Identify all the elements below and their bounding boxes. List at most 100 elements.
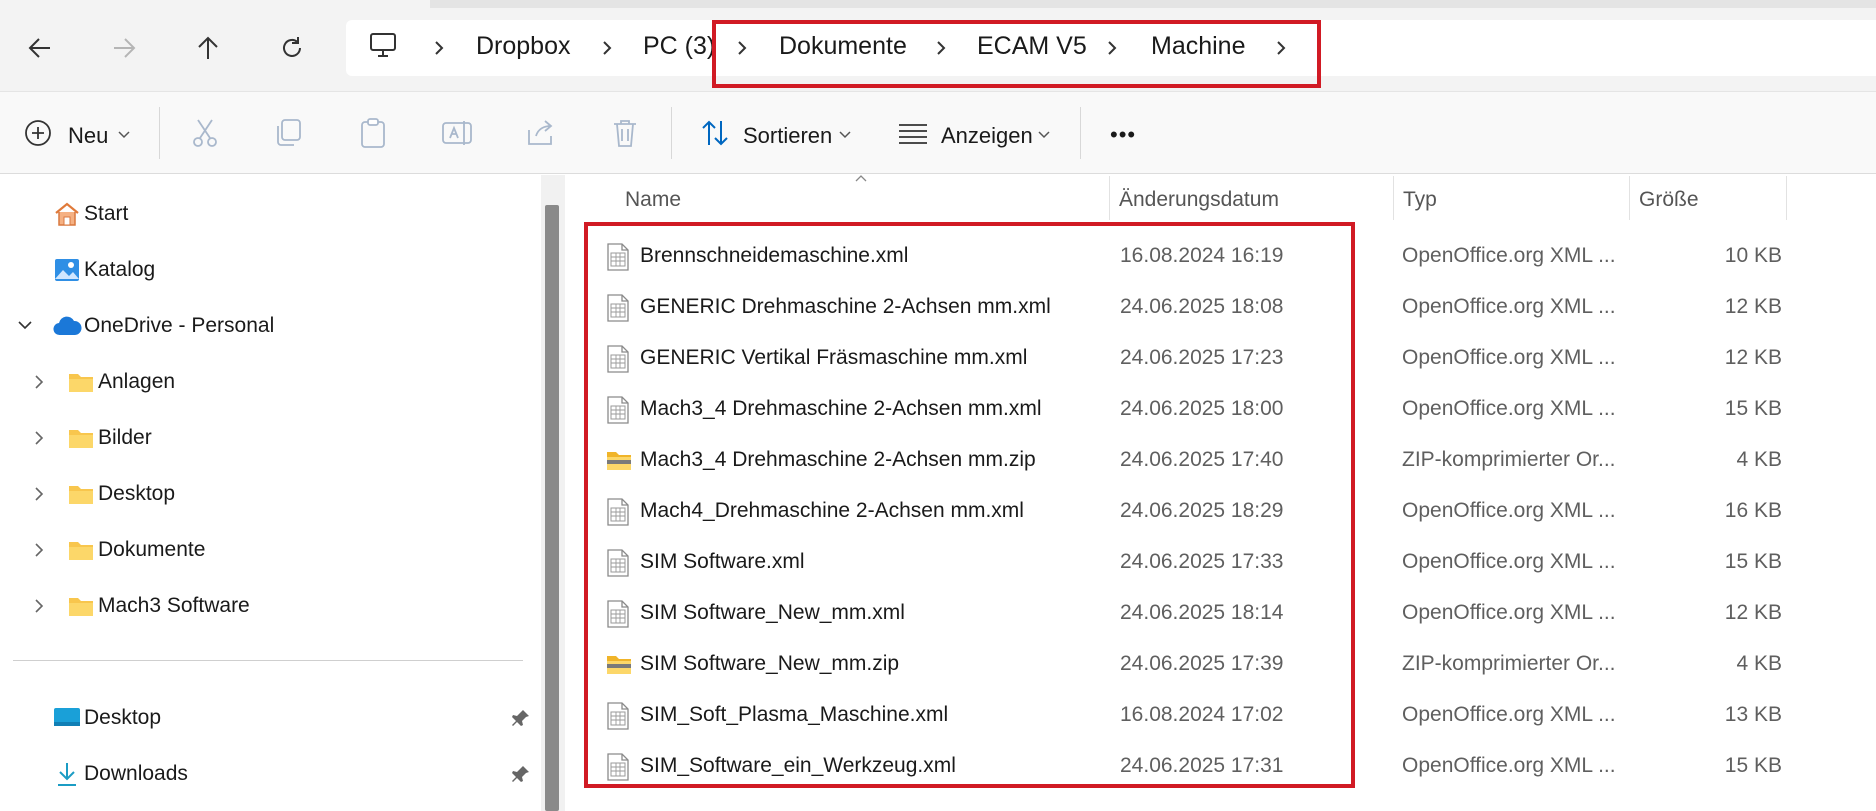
pin-icon[interactable] (511, 764, 531, 784)
file-size: 15 KB (1724, 550, 1782, 573)
sidebar-item-label: OneDrive - Personal (84, 314, 275, 337)
download-icon (52, 760, 82, 788)
column-header-type[interactable]: Typ (1403, 188, 1437, 212)
sidebar-item-label: Bilder (98, 426, 152, 449)
file-type: OpenOffice.org XML ... (1402, 295, 1614, 318)
chevron-right-icon[interactable] (30, 373, 48, 391)
file-size: 12 KB (1724, 295, 1782, 318)
folder-icon (66, 592, 96, 620)
chevron-right-icon[interactable] (30, 485, 48, 503)
file-size: 4 KB (1736, 652, 1782, 675)
sort-ascending-icon (855, 175, 867, 182)
chevron-down-icon[interactable] (16, 316, 34, 334)
new-button[interactable]: Neu (22, 115, 162, 155)
back-button[interactable] (20, 28, 60, 68)
cut-icon[interactable] (188, 116, 222, 150)
new-button-label: Neu (68, 123, 109, 148)
file-size: 12 KB (1724, 346, 1782, 369)
up-button[interactable] (188, 28, 228, 68)
share-icon[interactable] (524, 116, 558, 150)
rename-icon[interactable] (440, 116, 474, 150)
folder-icon (66, 480, 96, 508)
plus-circle-icon (25, 120, 51, 146)
chevron-right-icon[interactable] (600, 37, 614, 59)
delete-icon[interactable] (608, 116, 642, 150)
list-view-icon (899, 124, 927, 144)
sort-button[interactable]: Sortieren (698, 115, 858, 155)
file-list-highlight-box (584, 222, 1355, 788)
chevron-down-icon (839, 131, 851, 139)
file-size: 16 KB (1724, 499, 1782, 522)
this-pc-icon[interactable] (369, 32, 397, 58)
sidebar-item-label: Dokumente (98, 538, 206, 561)
copy-icon[interactable] (272, 116, 306, 150)
column-header-date[interactable]: Änderungsdatum (1119, 188, 1279, 212)
forward-button[interactable] (104, 28, 144, 68)
column-separator[interactable] (1109, 176, 1110, 220)
file-size: 13 KB (1724, 703, 1782, 726)
file-type: OpenOffice.org XML ... (1402, 397, 1614, 420)
sidebar-item-label: Katalog (84, 258, 156, 281)
sidebar-item-katalog[interactable]: Katalog (52, 250, 155, 290)
file-type: OpenOffice.org XML ... (1402, 703, 1614, 726)
folder-icon (66, 424, 96, 452)
breadcrumb-item[interactable]: Dropbox (476, 32, 571, 61)
file-type: OpenOffice.org XML ... (1402, 601, 1614, 624)
view-button[interactable]: Anzeigen (898, 115, 1058, 155)
arrow-up-icon (198, 36, 218, 59)
file-size: 12 KB (1724, 601, 1782, 624)
sort-button-label: Sortieren (743, 123, 833, 148)
column-header-size[interactable]: Größe (1639, 188, 1699, 212)
chevron-right-icon[interactable] (432, 37, 446, 59)
quick-access-desktop[interactable]: Desktop (52, 698, 161, 738)
chevron-right-icon[interactable] (30, 429, 48, 447)
paste-icon[interactable] (356, 116, 390, 150)
file-type: OpenOffice.org XML ... (1402, 244, 1614, 267)
file-type: OpenOffice.org XML ... (1402, 754, 1614, 777)
sidebar-item-label: Desktop (98, 482, 176, 505)
sidebar-item-label: Desktop (84, 706, 162, 729)
chevron-right-icon[interactable] (30, 541, 48, 559)
file-type: ZIP-komprimierter Or... (1402, 448, 1614, 471)
folder-icon (66, 368, 96, 396)
breadcrumb-highlight-box (712, 20, 1321, 88)
arrow-left-icon (28, 38, 50, 58)
sidebar-item-dokumente[interactable]: Dokumente (66, 530, 205, 570)
desktop-icon (52, 704, 82, 732)
more-options-button[interactable]: ••• (1110, 122, 1136, 148)
home-icon (52, 200, 82, 228)
sidebar-item-start[interactable]: Start (52, 194, 128, 234)
title-strip (430, 0, 1876, 8)
onedrive-cloud-icon (52, 312, 82, 340)
toolbar-divider (671, 107, 672, 159)
sidebar-item-mach3-software[interactable]: Mach3 Software (66, 586, 250, 626)
refresh-button[interactable] (272, 28, 312, 68)
refresh-icon (283, 37, 301, 57)
toolbar-divider (1080, 107, 1081, 159)
file-size: 15 KB (1724, 397, 1782, 420)
folder-icon (66, 536, 96, 564)
sidebar-item-label: Downloads (84, 762, 188, 785)
sidebar-item-bilder[interactable]: Bilder (66, 418, 152, 458)
file-size: 15 KB (1724, 754, 1782, 777)
column-separator[interactable] (1786, 176, 1787, 220)
pin-icon[interactable] (511, 708, 531, 728)
sort-arrows-icon (702, 120, 728, 146)
column-separator[interactable] (1629, 176, 1630, 220)
breadcrumb-item[interactable]: PC (3) (643, 32, 715, 61)
sidebar-item-onedrive[interactable]: OneDrive - Personal (52, 306, 274, 346)
toolbar-divider (159, 107, 160, 159)
sidebar-scrollbar-thumb[interactable] (545, 205, 559, 811)
sidebar-item-desktop[interactable]: Desktop (66, 474, 175, 514)
sidebar-item-label: Mach3 Software (98, 594, 250, 617)
sidebar-divider (13, 660, 523, 661)
chevron-right-icon[interactable] (30, 597, 48, 615)
sidebar-item-label: Start (84, 202, 129, 225)
file-size: 10 KB (1724, 244, 1782, 267)
quick-access-downloads[interactable]: Downloads (52, 754, 188, 794)
chevron-down-icon (118, 131, 130, 139)
sidebar-item-anlagen[interactable]: Anlagen (66, 362, 175, 402)
column-header-name[interactable]: Name (625, 188, 681, 212)
column-separator[interactable] (1393, 176, 1394, 220)
file-type: OpenOffice.org XML ... (1402, 499, 1614, 522)
